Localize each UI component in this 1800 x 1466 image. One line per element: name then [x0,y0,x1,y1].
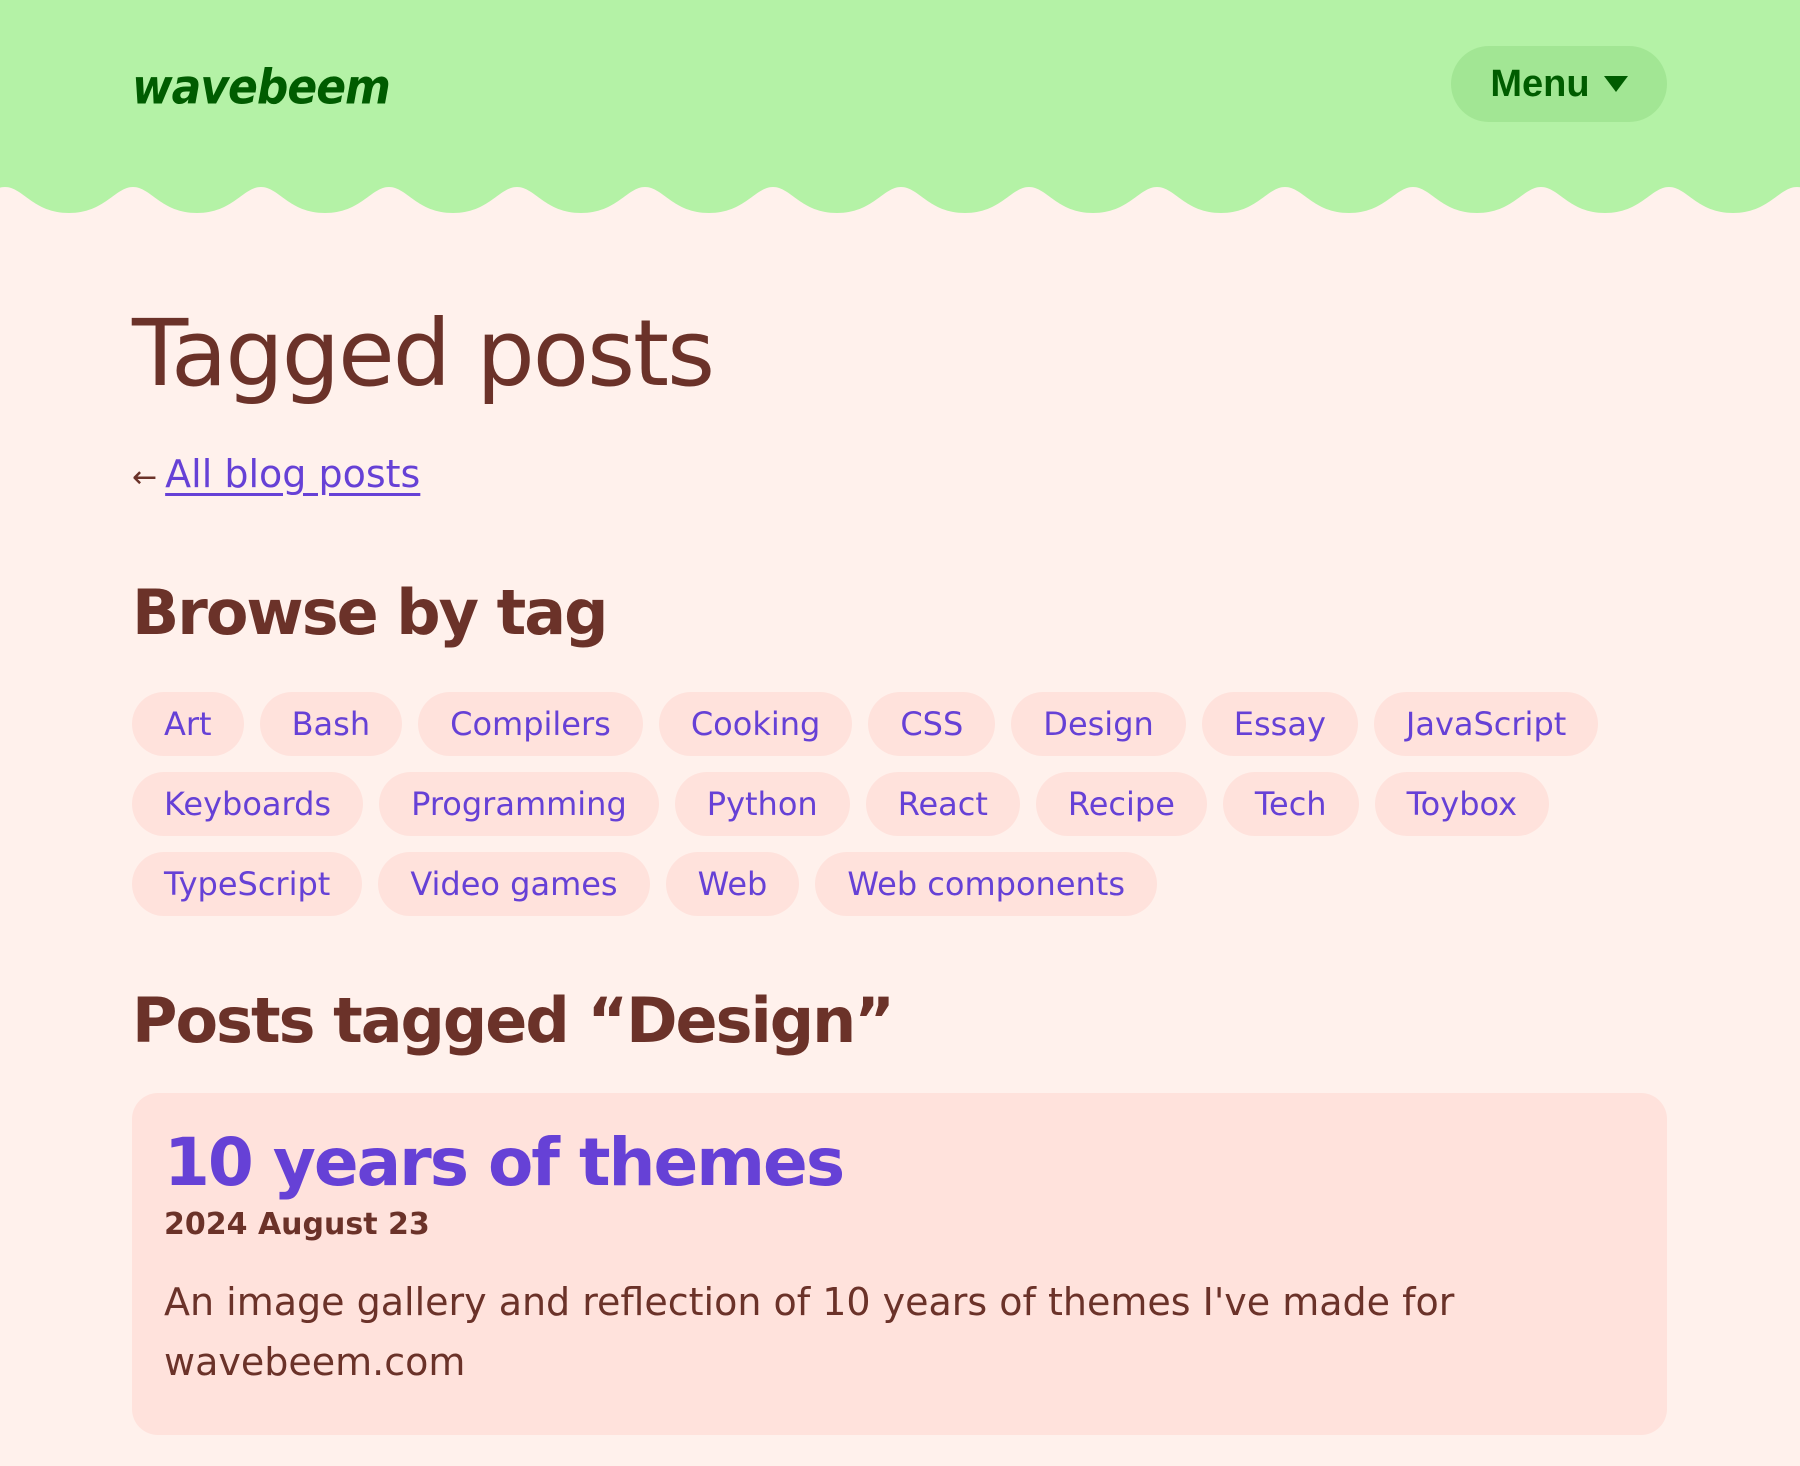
tag-chip-javascript[interactable]: JavaScript [1373,692,1599,756]
tag-chip-css[interactable]: CSS [868,692,996,756]
all-blog-posts-link[interactable]: All blog posts [165,452,420,496]
tag-chip-tech[interactable]: Tech [1222,772,1359,836]
arrow-left-icon: ← [132,460,158,495]
tag-list: Art Bash Compilers Cooking CSS Design Essay Jav… [132,692,1667,916]
site-logo[interactable]: wavebeem [132,59,391,115]
caret-down-icon [1603,76,1628,92]
header-wave-divider [0,185,1800,215]
tag-chip-programming[interactable]: Programming [379,772,659,836]
tag-chip-toybox[interactable]: Toybox [1374,772,1550,836]
menu-label: Menu [1490,62,1590,105]
tag-chip-keyboards[interactable]: Keyboards [132,772,364,836]
tag-chip-art[interactable]: Art [132,692,244,756]
posts-heading: Posts tagged “Design” [132,984,895,1057]
site-header: wavebeem Menu [0,0,1800,186]
tag-chip-video-games[interactable]: Video games [378,852,650,916]
tag-chip-bash[interactable]: Bash [259,692,403,756]
page-title: Tagged posts [132,300,715,407]
tag-chip-python[interactable]: Python [674,772,850,836]
tag-chip-react[interactable]: React [865,772,1020,836]
back-link-row: ← All blog posts [132,452,420,496]
tag-chip-web[interactable]: Web [665,852,800,916]
tag-chip-cooking[interactable]: Cooking [658,692,853,756]
tag-chip-typescript[interactable]: TypeScript [132,852,363,916]
post-date: 2024 August 23 [164,1207,430,1242]
tag-chip-design[interactable]: Design [1011,692,1186,756]
menu-button[interactable]: Menu [1451,46,1667,122]
tag-chip-recipe[interactable]: Recipe [1035,772,1207,836]
browse-by-tag-heading: Browse by tag [132,576,608,649]
tag-chip-compilers[interactable]: Compilers [418,692,643,756]
tag-chip-web-components[interactable]: Web components [815,852,1157,916]
post-card: 10 years of themes 2024 August 23 An ima… [132,1093,1667,1435]
post-title-link[interactable]: 10 years of themes [164,1121,1635,1205]
tag-chip-essay[interactable]: Essay [1201,692,1358,756]
post-description: An image gallery and reflection of 10 ye… [164,1280,1455,1384]
